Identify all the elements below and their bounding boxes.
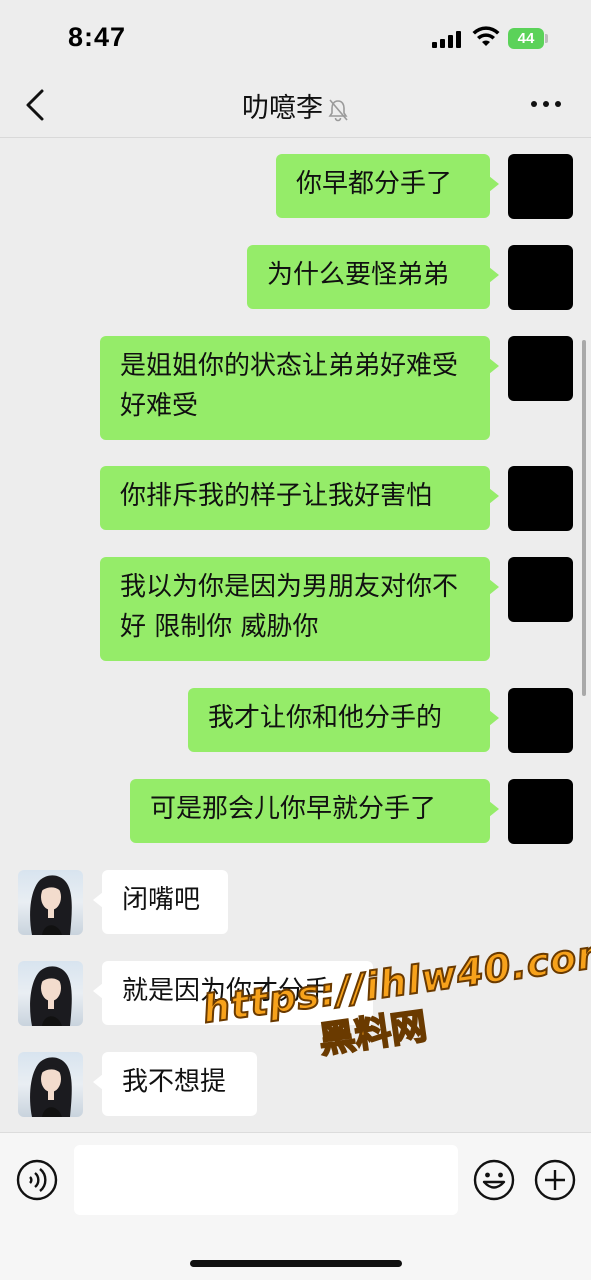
bell-slash-icon xyxy=(328,98,348,121)
plus-circle-icon[interactable] xyxy=(534,1159,576,1201)
anime-girl-avatar-icon xyxy=(30,875,72,935)
ellipsis-icon[interactable] xyxy=(529,94,563,114)
anime-girl-avatar-icon xyxy=(30,1057,72,1117)
avatar-self[interactable] xyxy=(508,779,573,844)
status-bar: 8:47 44 xyxy=(0,0,591,70)
avatar-contact[interactable] xyxy=(18,870,83,935)
message-bubble-outgoing[interactable]: 为什么要怪弟弟 xyxy=(247,245,499,309)
input-bar xyxy=(0,1132,591,1280)
voice-icon[interactable] xyxy=(16,1159,58,1201)
message-bubble-outgoing[interactable]: 可是那会儿你早就分手了 xyxy=(130,779,499,843)
wifi-icon xyxy=(472,26,500,46)
avatar-self[interactable] xyxy=(508,245,573,310)
message-bubble-incoming[interactable]: 闭嘴吧 xyxy=(93,870,228,934)
avatar-self[interactable] xyxy=(508,688,573,753)
message-bubble-outgoing[interactable]: 是姐姐你的状态让弟弟好难受好难受 xyxy=(100,336,499,440)
avatar-self[interactable] xyxy=(508,154,573,219)
scrollbar[interactable] xyxy=(582,340,586,696)
battery-cap xyxy=(545,34,548,43)
chat-title: 叻噫李 xyxy=(242,93,323,124)
chat-title-container: 叻噫李 xyxy=(0,86,591,125)
home-indicator[interactable] xyxy=(190,1260,402,1267)
battery-icon: 44 xyxy=(508,28,544,49)
anime-girl-avatar-icon xyxy=(30,966,72,1026)
message-bubble-outgoing[interactable]: 我才让你和他分手的 xyxy=(188,688,499,752)
avatar-self[interactable] xyxy=(508,336,573,401)
message-bubble-outgoing[interactable]: 我以为你是因为男朋友对你不好 限制你 威胁你 xyxy=(100,557,499,661)
message-bubble-outgoing[interactable]: 你排斥我的样子让我好害怕 xyxy=(100,466,499,530)
chat-header: 叻噫李 xyxy=(0,70,591,138)
avatar-contact[interactable] xyxy=(18,1052,83,1117)
cellular-signal-icon xyxy=(432,30,464,48)
avatar-self[interactable] xyxy=(508,557,573,622)
avatar-self[interactable] xyxy=(508,466,573,531)
avatar-contact[interactable] xyxy=(18,961,83,1026)
status-time: 8:47 xyxy=(68,22,127,52)
message-bubble-outgoing[interactable]: 你早都分手了 xyxy=(276,154,499,218)
message-input[interactable] xyxy=(74,1145,458,1215)
emoji-icon[interactable] xyxy=(473,1159,515,1201)
